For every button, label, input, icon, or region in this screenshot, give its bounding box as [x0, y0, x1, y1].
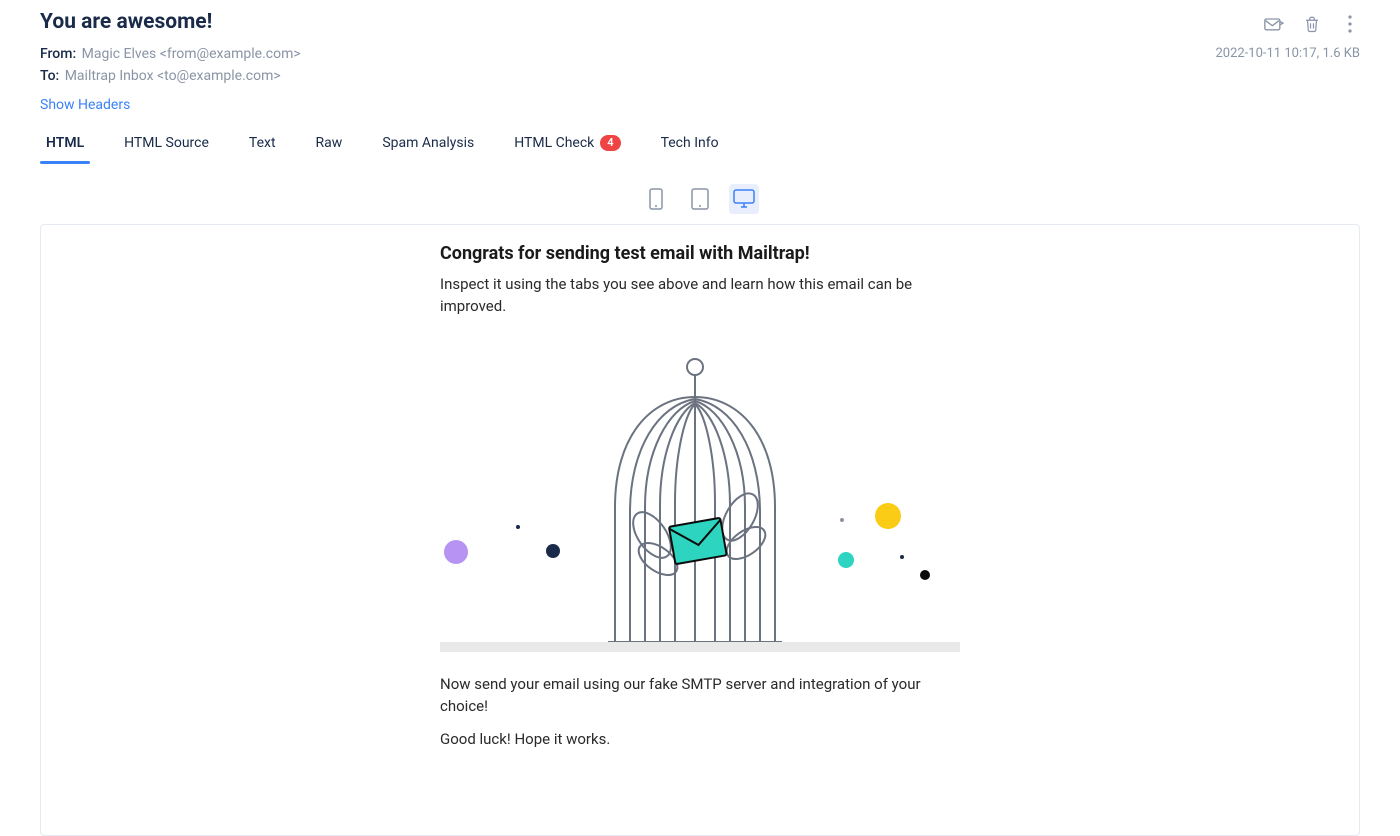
tabs-bar: HTML HTML Source Text Raw Spam Analysis …: [40, 127, 1360, 164]
preview-p3: Good luck! Hope it works.: [440, 729, 960, 751]
dot-tiny-1: [516, 525, 520, 529]
email-preview-frame: Congrats for sending test email with Mai…: [40, 224, 1360, 836]
html-check-badge: 4: [600, 135, 620, 151]
tab-html[interactable]: HTML: [40, 127, 90, 163]
tablet-icon[interactable]: [685, 184, 715, 214]
desktop-icon[interactable]: [729, 184, 759, 214]
from-value: Magic Elves <from@example.com>: [82, 46, 301, 62]
mobile-icon[interactable]: [641, 184, 671, 214]
preview-p1: Inspect it using the tabs you see above …: [440, 274, 960, 318]
show-headers-link[interactable]: Show Headers: [40, 97, 301, 113]
cage-icon: [600, 357, 790, 642]
header-actions: [1264, 14, 1360, 34]
preview-p2: Now send your email using our fake SMTP …: [440, 674, 960, 718]
dot-teal: [838, 552, 854, 568]
tab-spam-analysis[interactable]: Spam Analysis: [376, 127, 480, 163]
email-subject: You are awesome!: [40, 10, 301, 34]
to-value: Mailtrap Inbox <to@example.com>: [65, 68, 281, 84]
trash-icon[interactable]: [1302, 14, 1322, 34]
to-label: To:: [40, 68, 59, 84]
more-icon[interactable]: [1340, 14, 1360, 34]
from-line: From: Magic Elves <from@example.com>: [40, 44, 301, 66]
dot-navy: [546, 544, 560, 558]
header-left: You are awesome! From: Magic Elves <from…: [40, 10, 301, 113]
dot-tiny-3: [900, 555, 904, 559]
email-body: Congrats for sending test email with Mai…: [440, 243, 960, 751]
dot-lavender: [444, 540, 468, 564]
forward-icon[interactable]: [1264, 14, 1284, 34]
tab-text[interactable]: Text: [243, 127, 282, 163]
from-label: From:: [40, 46, 76, 62]
illustration: [440, 330, 960, 660]
tab-tech-info[interactable]: Tech Info: [655, 127, 725, 163]
dot-yellow: [875, 503, 901, 529]
email-date-size: 2022-10-11 10:17, 1.6 KB: [1215, 46, 1360, 61]
viewport-toggles: [40, 184, 1360, 214]
email-viewer: You are awesome! From: Magic Elves <from…: [0, 0, 1400, 836]
to-line: To: Mailtrap Inbox <to@example.com>: [40, 66, 301, 88]
dot-tiny-2: [840, 518, 844, 522]
tab-html-check[interactable]: HTML Check 4: [508, 127, 626, 163]
preview-heading: Congrats for sending test email with Mai…: [440, 243, 960, 264]
tab-raw[interactable]: Raw: [310, 127, 349, 163]
dot-black: [920, 570, 930, 580]
floor-line: [440, 642, 960, 652]
tab-html-source[interactable]: HTML Source: [118, 127, 215, 163]
header: You are awesome! From: Magic Elves <from…: [40, 10, 1360, 113]
header-right: 2022-10-11 10:17, 1.6 KB: [1215, 10, 1360, 61]
